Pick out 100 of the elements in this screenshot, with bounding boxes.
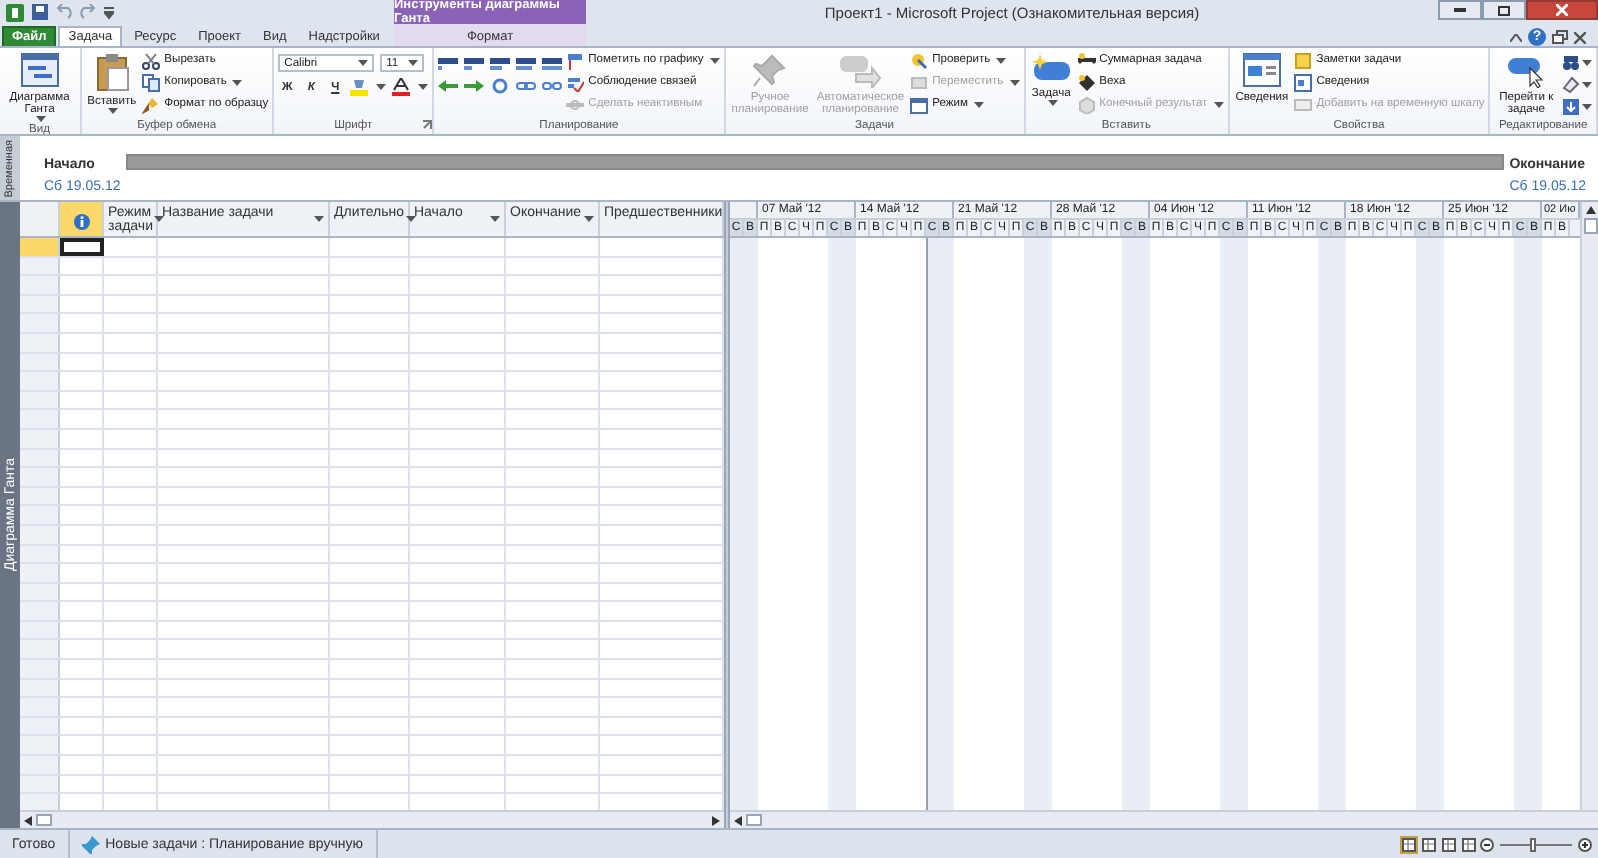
view-button[interactable]	[1400, 836, 1418, 854]
maximize-icon	[1498, 5, 1510, 15]
zoom-out-icon	[1480, 838, 1494, 852]
form-icon	[1241, 52, 1282, 88]
summary-task-icon	[1077, 51, 1096, 69]
font-color-icon	[392, 78, 411, 96]
row-header[interactable]	[20, 640, 60, 659]
row-header[interactable]	[20, 276, 60, 294]
resource-sheet-icon	[1462, 838, 1476, 852]
caret-icon	[1582, 60, 1592, 66]
row-header[interactable]	[20, 410, 60, 428]
ribbon-button[interactable]	[1562, 54, 1592, 72]
scroll-left-icon	[24, 815, 32, 825]
scrollbar-thumb[interactable]	[746, 814, 762, 826]
scissors-icon	[142, 51, 161, 69]
app-icon	[6, 3, 24, 21]
gantt-view-icon	[1402, 838, 1416, 852]
restore-icon	[1552, 30, 1568, 44]
task-usage-icon	[1422, 838, 1436, 852]
horizontal-scrollbar[interactable]	[20, 810, 724, 828]
row-header[interactable]	[20, 468, 60, 486]
caret-icon	[1213, 101, 1224, 107]
pushpin-icon	[752, 52, 789, 88]
row-header[interactable]	[20, 698, 60, 716]
task-bar-icon	[542, 56, 563, 72]
row-header[interactable]	[20, 736, 60, 755]
minimize-icon	[1454, 8, 1466, 12]
scroll-up-icon	[1585, 206, 1595, 214]
caret-icon	[35, 116, 46, 122]
customize-icon	[104, 5, 114, 19]
move-icon	[910, 73, 929, 91]
row-header[interactable]	[20, 372, 60, 390]
column-header[interactable]	[60, 202, 104, 236]
minimize-ribbon-icon	[1510, 33, 1522, 41]
task-arrow-icon	[838, 52, 883, 88]
paintbrush-icon	[142, 95, 161, 113]
row-header[interactable]	[20, 660, 60, 678]
arrow-left-icon	[438, 78, 459, 94]
arrow-right-icon	[464, 78, 485, 94]
unlink-icon	[542, 78, 563, 94]
maximize-button[interactable]	[1482, 0, 1526, 20]
eraser-icon	[1562, 76, 1580, 94]
inspect-icon	[910, 51, 929, 69]
ribbon-button[interactable]	[1562, 98, 1592, 116]
vertical-scrollbar[interactable]	[1580, 202, 1598, 810]
row-header[interactable]	[20, 314, 60, 332]
copy-icon	[142, 73, 161, 91]
caret-icon	[232, 79, 243, 85]
row-header[interactable]	[20, 506, 60, 524]
box-icon	[1077, 95, 1096, 113]
caret-icon	[996, 57, 1007, 63]
caret-icon	[107, 108, 118, 114]
fill-down-icon	[1562, 98, 1580, 116]
row-header[interactable]	[20, 756, 60, 774]
caret-icon	[1582, 82, 1592, 88]
caret-icon	[376, 84, 387, 90]
task-bar-icon	[490, 56, 511, 72]
link-check-icon	[566, 73, 585, 91]
caret-icon	[974, 101, 985, 107]
row-header[interactable]	[20, 794, 60, 810]
task-bar-icon	[464, 56, 485, 72]
row-header[interactable]	[20, 564, 60, 582]
scrollbar-thumb[interactable]	[36, 814, 52, 826]
info-icon	[73, 213, 89, 229]
gear-icon	[490, 78, 511, 94]
task-bar-icon	[516, 56, 537, 72]
timeline-add-icon	[1294, 95, 1313, 113]
save-icon	[32, 4, 48, 20]
row-header[interactable]	[20, 602, 60, 620]
minimize-button[interactable]	[1438, 0, 1482, 20]
form-icon	[1294, 73, 1313, 91]
horizontal-scrollbar[interactable]	[730, 810, 1598, 828]
ribbon-button[interactable]	[1562, 76, 1592, 94]
binoculars-icon	[1562, 54, 1580, 72]
task-bar-icon	[438, 56, 459, 72]
caret-icon	[154, 216, 165, 222]
close-icon	[1574, 31, 1586, 43]
scrollbar-thumb[interactable]	[1583, 218, 1597, 234]
highlighter-icon	[350, 78, 369, 96]
note-icon	[1294, 51, 1313, 69]
active-cell[interactable]	[60, 238, 104, 256]
close-button[interactable]	[1526, 0, 1598, 20]
view-button[interactable]	[1420, 836, 1438, 854]
zoom-slider-thumb[interactable]	[1530, 838, 1537, 852]
clipboard-icon	[93, 52, 130, 92]
unlink-icon	[566, 95, 585, 113]
caret-icon	[408, 60, 419, 66]
scroll-left-icon	[734, 815, 742, 825]
caret-icon	[709, 57, 720, 63]
diamond-icon	[1077, 73, 1096, 91]
pushpin-icon	[81, 836, 100, 854]
view-button[interactable]	[1460, 836, 1478, 854]
caret-icon	[584, 216, 594, 222]
caret-icon	[1582, 104, 1592, 110]
scroll-right-icon	[712, 815, 720, 825]
redo-icon	[80, 4, 96, 20]
link-icon	[516, 78, 537, 94]
undo-icon	[56, 4, 72, 20]
calendar-icon	[910, 95, 929, 113]
view-button[interactable]	[1440, 836, 1458, 854]
